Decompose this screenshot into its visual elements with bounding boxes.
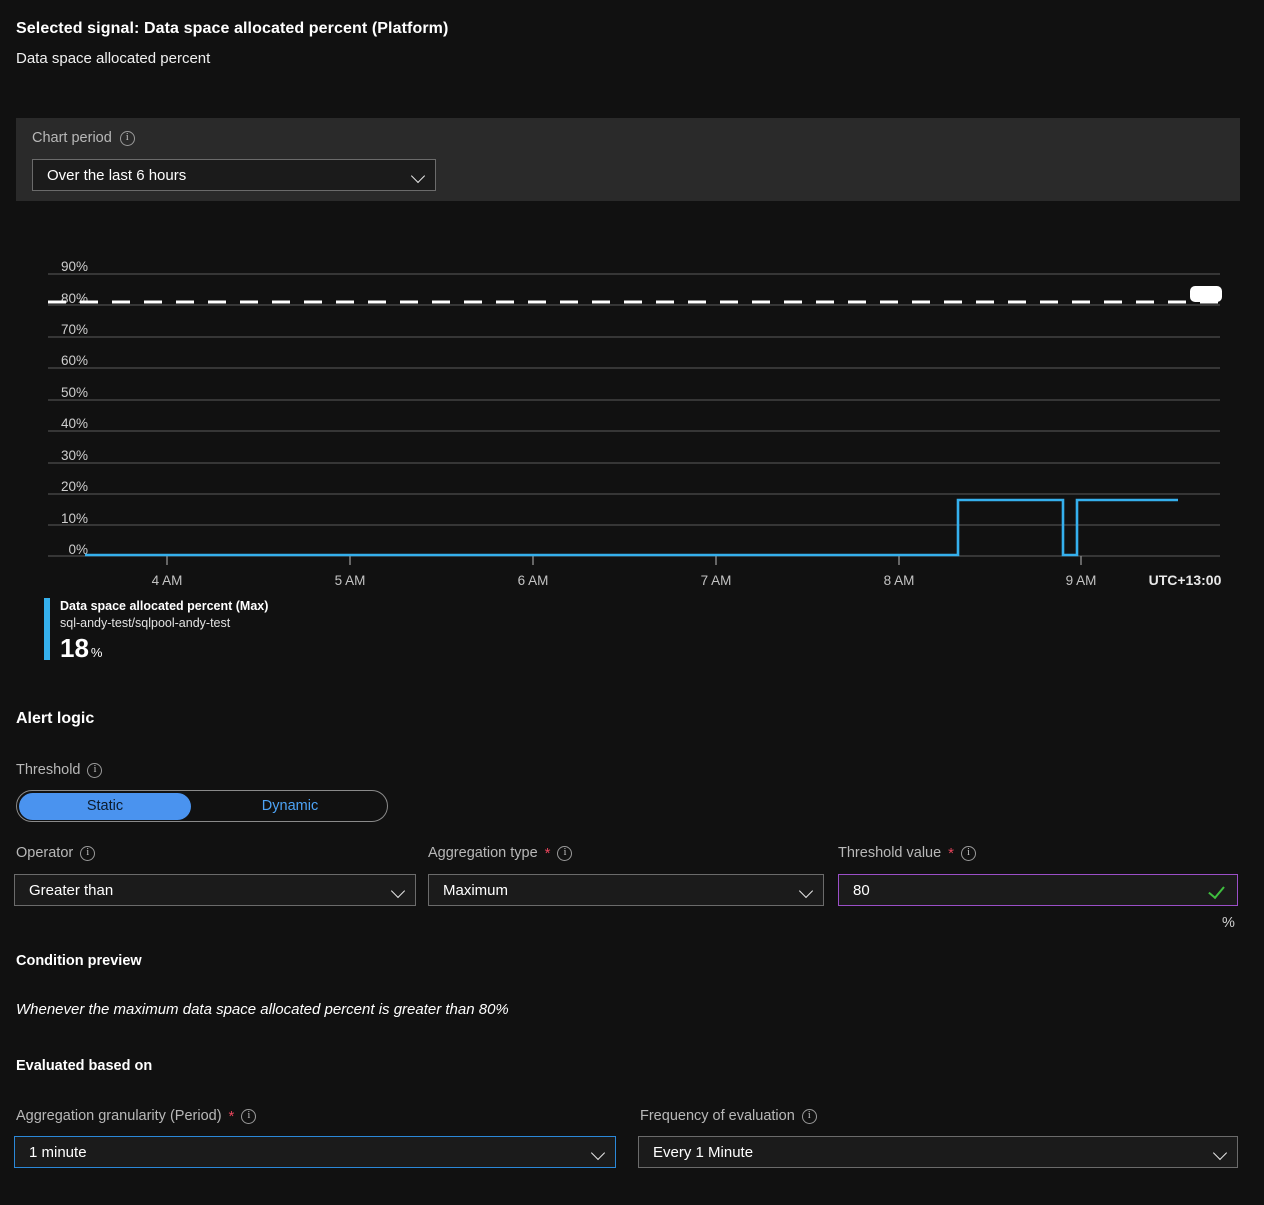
threshold-value: 80 [853, 881, 870, 899]
y-tick-10: 10% [61, 511, 88, 526]
aggregation-granularity-select[interactable]: 1 minute [14, 1136, 616, 1168]
y-tick-40: 40% [61, 416, 88, 431]
threshold-value-input[interactable]: 80 [838, 874, 1238, 906]
operator-value: Greater than [29, 881, 114, 899]
threshold-value-label: Threshold value * [838, 844, 977, 862]
threshold-label-text: Threshold [16, 762, 81, 778]
threshold-label: Threshold [16, 762, 103, 778]
info-icon[interactable] [87, 762, 103, 778]
chart-period-label-text: Chart period [32, 130, 112, 146]
threshold-type-dynamic[interactable]: Dynamic [193, 791, 387, 821]
x-axis-ticks [166, 556, 1082, 565]
required-marker: * [544, 844, 551, 862]
legend-color-swatch [44, 598, 50, 660]
info-icon[interactable] [557, 845, 573, 861]
alert-logic-heading: Alert logic [16, 710, 95, 727]
aggregation-type-value: Maximum [443, 881, 509, 899]
aggregation-granularity-label-text: Aggregation granularity (Period) [16, 1108, 222, 1124]
frequency-of-evaluation-value: Every 1 Minute [653, 1143, 754, 1161]
chart-period-panel: Chart period Over the last 6 hours [16, 118, 1240, 201]
chevron-down-icon [392, 883, 407, 898]
page-title: Selected signal: Data space allocated pe… [16, 20, 449, 37]
chevron-down-icon [1214, 1145, 1229, 1160]
threshold-type-static[interactable]: Static [19, 792, 191, 820]
chart-period-value: Over the last 6 hours [47, 166, 187, 184]
metric-chart[interactable]: 90% 80% 70% 60% 50% 40% 30% 20% 10% 0% 4… [0, 240, 1264, 590]
condition-preview-heading: Condition preview [16, 953, 142, 969]
y-tick-60: 60% [61, 353, 88, 368]
signal-name: Data space allocated percent [16, 50, 211, 67]
condition-preview-text: Whenever the maximum data space allocate… [16, 1001, 509, 1018]
operator-select[interactable]: Greater than [14, 874, 416, 906]
y-tick-70: 70% [61, 322, 88, 337]
frequency-of-evaluation-label-text: Frequency of evaluation [640, 1108, 795, 1124]
y-axis-tick-labels: 90% 80% 70% 60% 50% 40% 30% 20% 10% 0% [61, 259, 88, 557]
legend-unit: % [90, 644, 103, 660]
chevron-down-icon [412, 168, 427, 183]
info-icon[interactable] [961, 845, 977, 861]
info-icon[interactable] [80, 845, 96, 861]
x-tick-8am: 8 AM [884, 573, 915, 588]
threshold-type-toggle[interactable]: Static Dynamic [16, 790, 388, 822]
required-marker: * [228, 1107, 235, 1125]
required-marker: * [948, 844, 955, 862]
x-tick-6am: 6 AM [518, 573, 549, 588]
chart-period-select[interactable]: Over the last 6 hours [32, 159, 436, 191]
threshold-drag-handle [1190, 286, 1222, 302]
evaluated-based-on-heading: Evaluated based on [16, 1058, 153, 1074]
chevron-down-icon [592, 1145, 607, 1160]
aggregation-type-select[interactable]: Maximum [428, 874, 824, 906]
x-tick-9am: 9 AM [1066, 573, 1097, 588]
threshold-unit-suffix: % [1222, 915, 1235, 931]
chevron-down-icon [800, 883, 815, 898]
series-line-data-space-allocated-percent [85, 498, 1178, 557]
legend-resource: sql-andy-test/sqlpool-andy-test [60, 615, 231, 630]
x-tick-5am: 5 AM [335, 573, 366, 588]
x-tick-7am: 7 AM [701, 573, 732, 588]
y-tick-90: 90% [61, 259, 88, 274]
alert-condition-pane: Selected signal: Data space allocated pe… [0, 0, 1264, 1205]
aggregation-granularity-label: Aggregation granularity (Period) * [16, 1107, 257, 1125]
y-tick-50: 50% [61, 385, 88, 400]
frequency-of-evaluation-label: Frequency of evaluation [640, 1108, 817, 1124]
chart-legend: Data space allocated percent (Max) sql-a… [44, 598, 268, 662]
info-icon[interactable] [801, 1108, 817, 1124]
y-gridlines [48, 273, 1220, 557]
legend-value: 18 [60, 632, 89, 663]
y-tick-20: 20% [61, 479, 88, 494]
frequency-of-evaluation-select[interactable]: Every 1 Minute [638, 1136, 1238, 1168]
timezone-label: UTC+13:00 [1149, 572, 1222, 588]
valid-check-icon [1209, 881, 1227, 899]
info-icon[interactable] [119, 130, 135, 146]
y-tick-30: 30% [61, 448, 88, 463]
metric-chart-svg: 90% 80% 70% 60% 50% 40% 30% 20% 10% 0% 4… [48, 259, 1232, 588]
operator-label: Operator [16, 845, 96, 861]
chart-period-label: Chart period [32, 130, 135, 146]
x-tick-4am: 4 AM [152, 573, 183, 588]
aggregation-type-label-text: Aggregation type [428, 845, 538, 861]
x-axis-tick-labels: 4 AM 5 AM 6 AM 7 AM 8 AM 9 AM [152, 573, 1097, 588]
y-tick-80: 80% [61, 291, 88, 306]
info-icon[interactable] [241, 1108, 257, 1124]
aggregation-granularity-value: 1 minute [29, 1143, 87, 1161]
operator-label-text: Operator [16, 845, 74, 861]
legend-value-row: 18% [60, 632, 268, 663]
aggregation-type-label: Aggregation type * [428, 844, 573, 862]
threshold-value-label-text: Threshold value [838, 845, 942, 861]
legend-series-name: Data space allocated percent (Max) [60, 599, 269, 613]
